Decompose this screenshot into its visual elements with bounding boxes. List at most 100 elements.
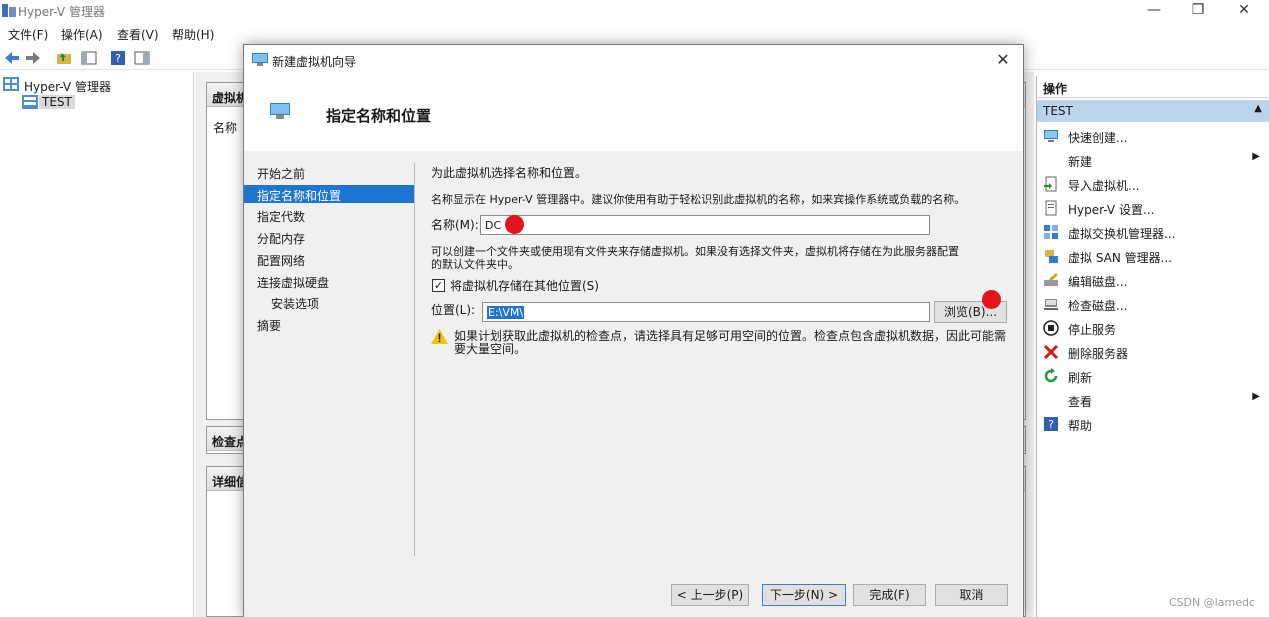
action-item[interactable]: 查看 ▶ [1037,388,1269,412]
action-item-label: 查看 [1068,395,1093,409]
action-item-label: 帮助 [1068,419,1093,433]
vm-column-name[interactable]: 名称 [213,119,237,136]
switch-icon [1044,225,1058,239]
restore-button[interactable]: ❐ [1175,0,1221,22]
navigation-tree: Hyper-V 管理器 TEST [0,72,194,617]
intro-text: 为此虚拟机选择名称和位置。 [431,166,588,180]
wizard-step[interactable]: 开始之前 [244,163,414,181]
collapse-icon[interactable]: ▲ [1254,103,1262,114]
actions-group-test[interactable]: TEST ▲ [1037,100,1269,122]
menu-bar: 文件(F) 操作(A) 查看(V) 帮助(H) [0,22,1269,44]
warning-line1: 如果计划获取此虚拟机的检查点，请选择具有足够可用空间的位置。检查点包含虚拟机数据… [454,329,1007,343]
annotation-dot-name [505,215,524,234]
action-item-label: 刷新 [1068,371,1093,385]
next-button[interactable]: 下一步(N) > [762,584,846,606]
help-toolbar-icon[interactable]: ? [109,49,127,67]
hyperv-app-icon [2,4,16,17]
watermark: CSDN @lamedc [1168,596,1255,609]
san-icon [1045,250,1058,263]
settings-icon [1045,200,1057,216]
name-hint-text: 名称显示在 Hyper-V 管理器中。建议你使用有助于轻松识别此虚拟机的名称，如… [431,193,966,206]
server-icon [22,95,38,109]
dialog-heading: 指定名称和位置 [326,107,432,125]
svg-text:?: ? [115,52,121,65]
action-item[interactable]: Hyper-V 设置... [1037,196,1269,220]
action-item[interactable]: 虚拟交换机管理器... [1037,220,1269,244]
delete-icon [1043,344,1059,360]
action-item[interactable]: 停止服务 [1037,316,1269,340]
submenu-arrow-icon: ▶ [1252,391,1260,402]
action-item[interactable]: 虚拟 SAN 管理器... [1037,244,1269,268]
show-action-pane-icon[interactable] [133,49,151,67]
name-input[interactable]: DC [480,215,930,235]
action-item[interactable]: ? 帮助 [1037,412,1269,436]
action-item-label: 虚拟 SAN 管理器... [1068,251,1173,265]
wizard-step[interactable]: 安装选项 [244,293,414,311]
inspect-disk-icon [1044,299,1058,310]
show-tree-icon[interactable] [80,49,98,67]
action-item[interactable]: 检查磁盘... [1037,292,1269,316]
action-item[interactable]: 编辑磁盘... [1037,268,1269,292]
steps-divider [414,163,415,556]
actions-panel: 操作 TEST ▲ 快速创建... 新建 ▶ 导入虚拟机... Hyper-V 设置..… [1036,76,1269,617]
cancel-button[interactable]: 取消 [935,584,1008,606]
dialog-close-button[interactable]: ✕ [991,49,1015,71]
action-item-label: 停止服务 [1068,323,1117,337]
name-label: 名称(M): [431,218,479,232]
finish-button[interactable]: 完成(F) [853,584,926,606]
folder-hint-line1: 可以创建一个文件夹或使用现有文件夹来存储虚拟机。如果没有选择文件夹，虚拟机将存储… [431,245,959,258]
up-folder-icon[interactable] [55,49,73,67]
wizard-step[interactable]: 分配内存 [244,228,414,246]
location-label: 位置(L): [431,303,476,317]
minimize-button[interactable]: — [1131,0,1177,22]
refresh-icon [1044,368,1058,383]
wizard-step[interactable]: 指定名称和位置 [244,184,414,203]
wizard-step[interactable]: 指定代数 [244,206,414,224]
stop-icon [1043,320,1059,336]
action-item[interactable]: 刷新 [1037,364,1269,388]
action-item-label: 删除服务器 [1068,347,1129,361]
wizard-step[interactable]: 配置网络 [244,250,414,268]
store-elsewhere-checkbox[interactable]: ✓ [432,279,445,292]
menu-file[interactable]: 文件(F) [8,26,48,43]
back-icon[interactable] [3,49,21,67]
action-item[interactable]: 新建 ▶ [1037,148,1269,172]
wizard-step[interactable]: 连接虚拟硬盘 [244,272,414,290]
dialog-body: 开始之前指定名称和位置 指定代数分配内存配置网络连接虚拟硬盘 安装选项摘要 为此虚拟… [244,151,1023,571]
dialog-header: 指定名称和位置 [244,75,1023,151]
location-input[interactable]: E:\VM\ [482,302,930,322]
store-elsewhere-label[interactable]: 将虚拟机存储在其他位置(S) [450,280,599,293]
new-vm-wizard-dialog: 新建虚拟机向导 ✕ 指定名称和位置 开始之前 指定名称和位置 指定代数 分配内存 配置网… [243,44,1024,617]
forward-icon[interactable] [24,49,42,67]
action-item-label: 新建 [1068,155,1093,169]
edit-disk-icon [1044,273,1058,286]
hyperv-manager-icon [3,77,19,91]
tree-root-hyperv-manager[interactable]: Hyper-V 管理器 [24,78,111,95]
menu-action[interactable]: 操作(A) [61,26,103,43]
action-item-label: 快速创建... [1068,131,1128,145]
action-item[interactable]: 导入虚拟机... [1037,172,1269,196]
tree-server-test[interactable]: TEST [39,95,75,109]
action-item-label: 检查磁盘... [1068,299,1128,313]
close-button[interactable]: ✕ [1221,0,1267,22]
menu-view[interactable]: 查看(V) [117,26,159,43]
wizard-monitor-icon [252,53,268,66]
wizard-step[interactable]: 摘要 [244,315,414,333]
warning-line2: 要大量空间。 [454,342,527,356]
dialog-titlebar: 新建虚拟机向导 ✕ [244,45,1023,75]
menu-help[interactable]: 帮助(H) [172,26,214,43]
wizard-header-monitor-icon [270,103,290,119]
action-item-label: Hyper-V 设置... [1068,203,1155,217]
import-icon [1044,176,1057,192]
warning-icon [431,329,448,344]
action-item-label: 编辑磁盘... [1068,275,1128,289]
help-icon: ? [1044,417,1058,431]
action-item[interactable]: 快速创建... [1037,124,1269,148]
action-item-label: 虚拟交换机管理器... [1068,227,1176,241]
dialog-title: 新建虚拟机向导 [272,55,357,69]
annotation-dot-browse [982,290,1001,309]
previous-button[interactable]: < 上一步(P) [671,584,749,606]
folder-hint-line2: 的默认文件夹中。 [431,258,519,271]
action-item[interactable]: 删除服务器 [1037,340,1269,364]
submenu-arrow-icon: ▶ [1252,151,1260,162]
